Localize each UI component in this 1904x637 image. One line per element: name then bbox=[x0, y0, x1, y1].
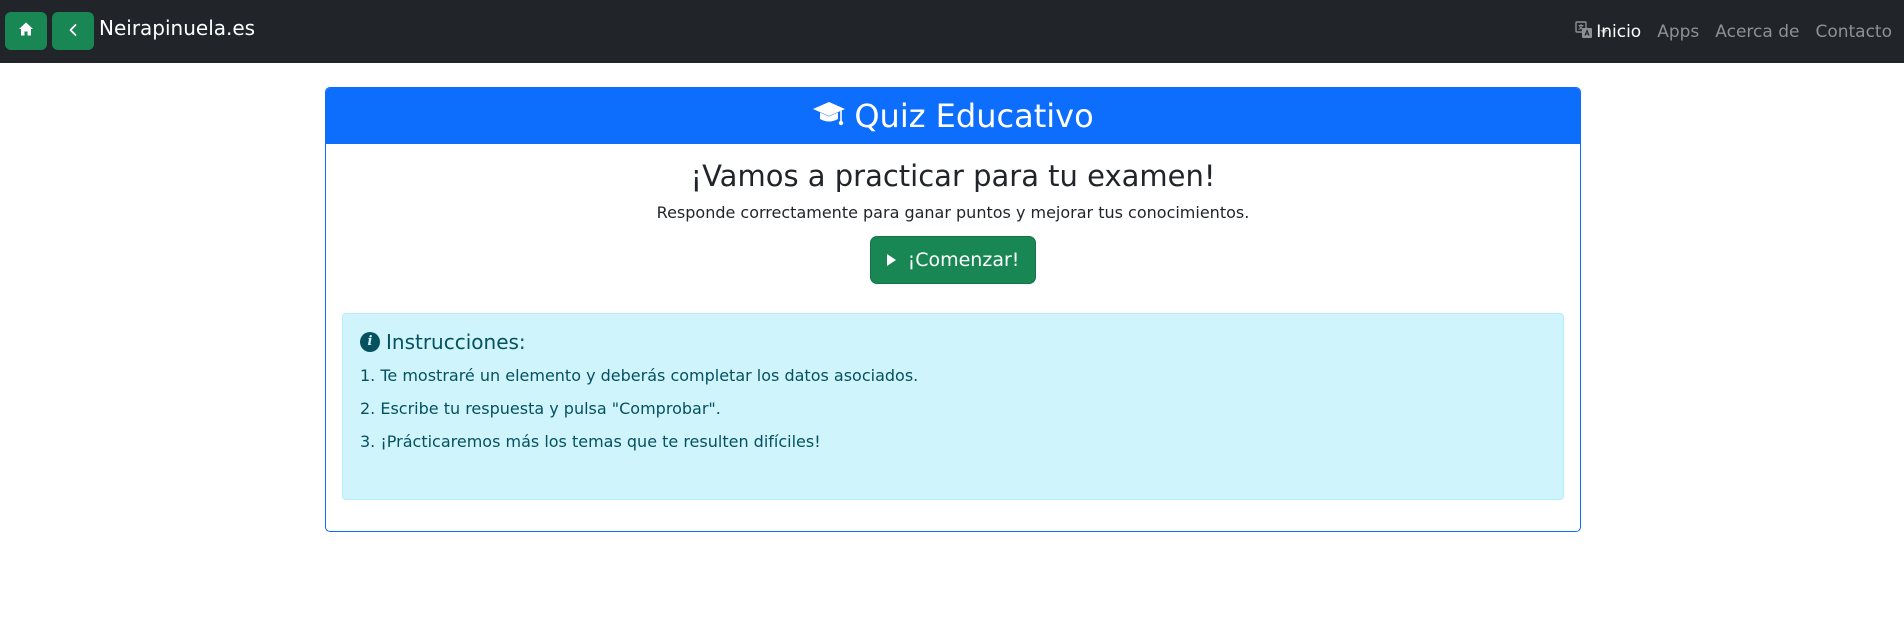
nav-link-inicio[interactable]: Inicio bbox=[1596, 20, 1641, 44]
instruction-item-2: 2. Escribe tu respuesta y pulsa "Comprob… bbox=[360, 399, 721, 418]
instruction-item-3: 3. ¡Prácticaremos más los temas que te r… bbox=[360, 432, 821, 451]
chevron-left-icon bbox=[66, 22, 80, 41]
nav-link-apps[interactable]: Apps bbox=[1657, 20, 1699, 44]
play-icon bbox=[886, 254, 896, 266]
instructions-alert: i Instrucciones: 1. Te mostraré un eleme… bbox=[342, 313, 1564, 500]
instructions-title: Instrucciones: bbox=[386, 330, 526, 354]
home-icon bbox=[18, 21, 34, 41]
card-header: Quiz Educativo bbox=[326, 88, 1580, 144]
start-quiz-button[interactable]: ¡Comenzar! bbox=[869, 236, 1037, 284]
start-quiz-label: ¡Comenzar! bbox=[907, 249, 1020, 271]
quiz-title: Quiz Educativo bbox=[854, 97, 1094, 135]
translate-icon bbox=[1575, 21, 1593, 43]
site-brand[interactable]: Neirapinuela.es bbox=[99, 16, 255, 40]
instruction-item-1: 1. Te mostraré un elemento y deberás com… bbox=[360, 366, 919, 385]
quiz-subtitle: Responde correctamente para ganar puntos… bbox=[656, 203, 1250, 222]
quiz-lead: ¡Vamos a practicar para tu examen! bbox=[690, 159, 1216, 193]
graduation-cap-icon bbox=[812, 99, 846, 133]
back-button[interactable] bbox=[52, 12, 94, 50]
nav-links: Inicio Apps Acerca de Contacto bbox=[1596, 20, 1892, 44]
quiz-card: Quiz Educativo ¡Vamos a practicar para t… bbox=[325, 87, 1581, 532]
nav-link-contacto[interactable]: Contacto bbox=[1815, 20, 1892, 44]
nav-link-acerca[interactable]: Acerca de bbox=[1715, 20, 1799, 44]
top-navbar: Neirapinuela.es Inicio Apps Acerca de Co… bbox=[0, 0, 1904, 63]
instructions-heading: i Instrucciones: bbox=[360, 328, 1546, 356]
home-button[interactable] bbox=[5, 12, 47, 50]
info-circle-icon: i bbox=[360, 332, 380, 352]
start-button-row: ¡Comenzar! bbox=[326, 236, 1580, 284]
